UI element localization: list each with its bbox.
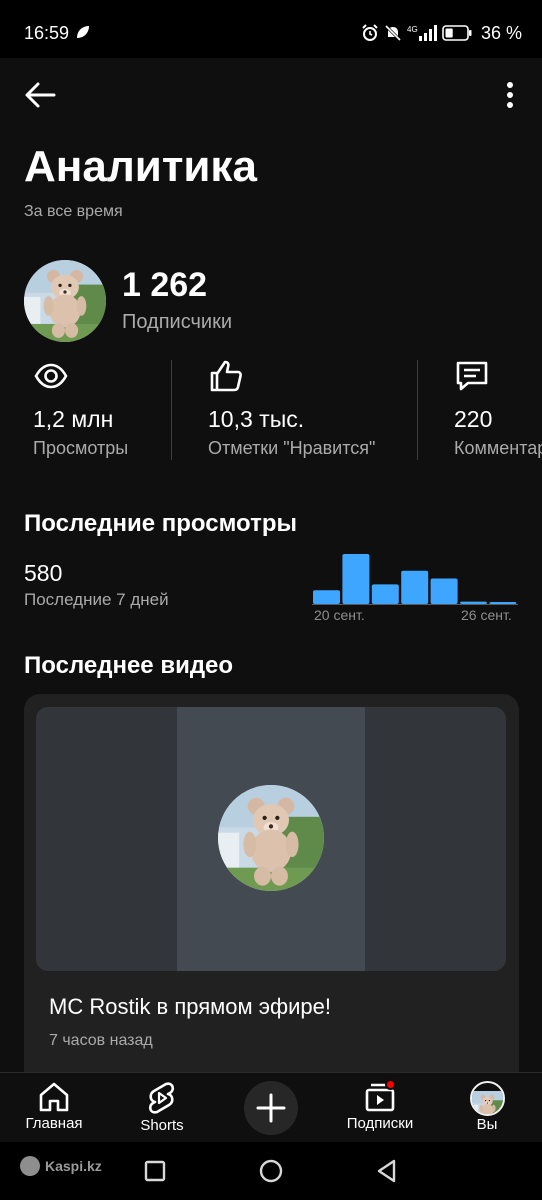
channel-avatar[interactable]	[24, 260, 106, 342]
thumbs-up-icon	[210, 360, 242, 392]
recent-views-value: 580	[24, 560, 63, 586]
plus-icon	[256, 1093, 286, 1123]
stat-divider	[171, 360, 172, 460]
chart-bar-23 сент.	[401, 570, 429, 604]
chart-tick-start: 20 сент.	[314, 607, 365, 623]
chart-bar-22 сент.	[371, 584, 399, 604]
battery-percent: 36 %	[480, 22, 522, 43]
mute-bell-icon	[384, 24, 402, 42]
home-icon	[39, 1082, 69, 1112]
stat-likes-value: 10,3 тыс.	[208, 406, 305, 432]
stat-views[interactable]: 1,2 млн Просмотры	[33, 358, 173, 462]
nav-subscriptions-label: Подписки	[346, 1115, 414, 1132]
system-navigation-bar: Kaspi.kz	[0, 1142, 542, 1200]
battery-icon	[442, 25, 472, 41]
stat-comments[interactable]: 220 Комментар	[454, 358, 542, 462]
notification-dot	[385, 1079, 396, 1090]
stat-comments-label: Комментар	[454, 438, 542, 458]
back-triangle-icon[interactable]	[374, 1158, 400, 1184]
nav-subscriptions[interactable]: Подписки	[340, 1073, 420, 1143]
stat-comments-value: 220	[454, 406, 493, 432]
stats-row: 1,2 млн Просмотры 10,3 тыс. Отметки "Нра…	[0, 358, 542, 462]
home-circle-icon[interactable]	[258, 1158, 284, 1184]
kaspi-logo-icon	[20, 1156, 40, 1176]
nav-home[interactable]: Главная	[20, 1073, 88, 1143]
chart-bar-24 сент.	[430, 578, 458, 604]
nav-shorts-label: Shorts	[140, 1117, 184, 1134]
comment-icon	[456, 361, 488, 391]
bottom-navigation: Главная Shorts Подписки Вы	[0, 1072, 542, 1142]
nav-you[interactable]: Вы	[462, 1073, 512, 1143]
stat-likes[interactable]: 10,3 тыс. Отметки "Нравится"	[208, 358, 408, 462]
latest-video-card[interactable]: MC Rostik в прямом эфире! 7 часов назад	[24, 694, 519, 1072]
page-title: Аналитика	[24, 142, 257, 191]
chart-axis	[312, 604, 518, 605]
stat-divider	[417, 360, 418, 460]
shorts-icon	[148, 1082, 175, 1114]
nav-you-label: Вы	[476, 1116, 498, 1133]
back-arrow-icon[interactable]	[22, 78, 58, 112]
latest-video-title: Последнее видео	[24, 652, 234, 679]
stat-views-value: 1,2 млн	[33, 406, 114, 432]
status-time: 16:59	[24, 23, 70, 43]
recent-views-period: Последние 7 дней	[24, 590, 169, 609]
more-vertical-icon[interactable]	[498, 78, 522, 112]
video-time-ago: 7 часов назад	[49, 1032, 153, 1049]
analytics-screen: Аналитика За все время 1 262 Подписчики …	[0, 58, 542, 1072]
recent-views-title: Последние просмотры	[24, 510, 297, 537]
chart-bar-20 сент.	[313, 590, 340, 604]
video-thumbnail[interactable]	[36, 707, 506, 971]
chart-bar-21 сент.	[342, 554, 370, 604]
chart-tick-end: 26 сент.	[461, 607, 512, 623]
profile-avatar	[469, 1081, 505, 1116]
recent-apps-square-icon[interactable]	[142, 1158, 168, 1184]
network-label: 4G	[407, 25, 418, 34]
nav-shorts[interactable]: Shorts	[130, 1073, 194, 1143]
create-button[interactable]	[244, 1081, 298, 1135]
nav-home-label: Главная	[25, 1115, 83, 1132]
stat-views-label: Просмотры	[33, 438, 129, 458]
page-subtitle: За все время	[24, 203, 123, 220]
watermark-text: Kaspi.kz	[45, 1158, 102, 1174]
alarm-icon	[362, 24, 378, 41]
signal-icon: 4G	[407, 25, 437, 41]
stat-likes-label: Отметки "Нравится"	[208, 438, 376, 458]
status-icons: 4G 36 %	[361, 22, 522, 44]
eye-icon	[34, 363, 68, 389]
thumbnail-avatar	[218, 785, 324, 891]
subscribers-count: 1 262	[122, 266, 208, 304]
watermark: Kaspi.kz	[20, 1156, 102, 1176]
status-bar: 16:59 4G 36 %	[0, 0, 542, 58]
notification-leaf-icon	[77, 26, 89, 38]
subscribers-label: Подписчики	[122, 311, 233, 333]
video-title[interactable]: MC Rostik в прямом эфире!	[49, 994, 331, 1020]
